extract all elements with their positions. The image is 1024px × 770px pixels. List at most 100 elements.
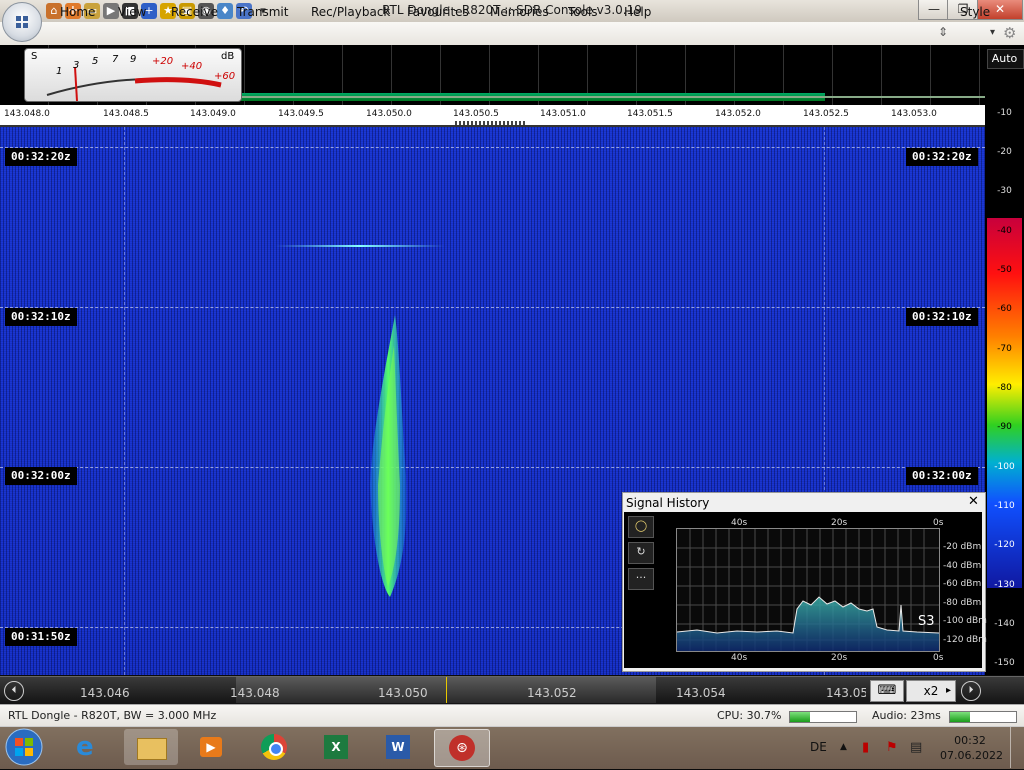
settings-gear-icon[interactable]: ⚙	[1003, 24, 1016, 42]
s-meter-tick: +20	[152, 56, 174, 67]
history-y-label: -20 dBm	[943, 542, 982, 552]
signal-history-title: Signal History	[626, 496, 710, 510]
word-icon[interactable]: W	[372, 729, 426, 765]
db-tick: -30	[997, 186, 1012, 196]
more-options-button[interactable]: ···	[628, 568, 654, 590]
ruler-label: 143.051.0	[540, 109, 586, 119]
timestamp-left: 00:32:20z	[5, 148, 77, 166]
spectrum-trace	[240, 96, 985, 98]
start-button[interactable]	[2, 727, 50, 767]
menu-rec-playback[interactable]: Rec/Playback	[311, 5, 390, 19]
signal-trace	[370, 315, 407, 597]
menu-memories[interactable]: Memories	[490, 5, 549, 19]
history-y-label: -80 dBm	[943, 598, 982, 608]
s-meter-tick: 5	[92, 56, 99, 67]
tune-label: 143.048	[230, 686, 280, 700]
timestamp-right: 00:32:20z	[906, 148, 978, 166]
s-meter-tick: 1	[56, 66, 63, 77]
zoom-value: x2	[923, 684, 939, 698]
ruler-label: 143.052.0	[715, 109, 761, 119]
history-y-label: -60 dBm	[943, 579, 982, 589]
cpu-bar	[789, 711, 857, 723]
tune-left-button[interactable]: ⏴	[4, 681, 24, 701]
clock-date: 07.06.2022	[940, 749, 1003, 762]
tune-label: 143.054	[676, 686, 726, 700]
ruler-drag-handle[interactable]	[455, 121, 525, 125]
signal-history-close-button[interactable]: ✕	[968, 494, 979, 509]
ruler-label: 143.048.0	[4, 109, 50, 119]
record-button[interactable]: ◯	[628, 516, 654, 538]
history-x-label-bottom: 40s	[731, 653, 748, 663]
tune-label: 143.056	[826, 686, 866, 700]
internet-explorer-icon[interactable]: e	[62, 729, 116, 765]
zoom-selector[interactable]: x2 ▸	[906, 680, 956, 702]
time-gridline	[0, 307, 985, 308]
tuning-cursor[interactable]	[446, 677, 447, 703]
db-tick: -50	[997, 265, 1012, 275]
s-meter: S dB 1 3 5 7 9 +20 +40 +60	[24, 48, 242, 102]
menu-view[interactable]: View	[118, 5, 146, 19]
s-meter-tick: 3	[73, 60, 80, 71]
signal-history-graph	[677, 529, 939, 651]
tune-right-button[interactable]: ⏵	[961, 681, 981, 701]
ruler-label: 143.049.5	[278, 109, 324, 119]
ruler-label: 143.053.0	[891, 109, 937, 119]
db-tick: -20	[997, 147, 1012, 157]
reset-button[interactable]: ↻	[628, 542, 654, 564]
menu-tools[interactable]: Tools	[568, 5, 598, 19]
db-tick: -130	[994, 580, 1015, 590]
signal-blip	[275, 245, 445, 247]
menu-bar	[0, 22, 1024, 46]
history-y-label: -100 dBm	[943, 616, 987, 626]
audio-bar	[949, 711, 1017, 723]
db-tick: -110	[994, 501, 1015, 511]
minimize-button[interactable]: —	[918, 0, 950, 20]
show-desktop-button[interactable]	[1010, 727, 1024, 768]
history-x-label-top: 20s	[831, 518, 848, 528]
app-grid-icon	[16, 16, 28, 28]
excel-icon[interactable]: X	[310, 729, 364, 765]
db-tick: -150	[994, 658, 1015, 668]
menu-home[interactable]: Home	[60, 5, 95, 19]
file-explorer-icon[interactable]	[124, 729, 178, 765]
db-tick: -80	[997, 383, 1012, 393]
keyboard-icon[interactable]: ⌨	[870, 680, 904, 702]
s-meter-tick: 9	[130, 54, 137, 65]
drop-icon[interactable]: ♦	[217, 3, 233, 19]
frequency-gridline	[124, 127, 125, 675]
media-player-icon[interactable]: ▶	[184, 729, 238, 765]
tray-volume-icon[interactable]: ▤	[910, 740, 922, 755]
db-tick: -10	[997, 108, 1012, 118]
sdr-console-icon[interactable]: ⊛	[434, 729, 490, 767]
input-language[interactable]: DE	[810, 740, 827, 754]
tray-device-icon[interactable]: ▮	[862, 740, 869, 755]
chrome-icon[interactable]	[248, 729, 302, 765]
db-tick: -60	[997, 304, 1012, 314]
windows-logo-icon	[5, 728, 43, 766]
s-meter-db-label: dB	[221, 51, 235, 62]
time-gridline	[0, 147, 985, 148]
menu-transmit[interactable]: Transmit	[237, 5, 288, 19]
time-gridline	[0, 467, 985, 468]
auto-label: Auto	[991, 52, 1018, 65]
menu-favourites[interactable]: Favourites	[407, 5, 469, 19]
timestamp-left: 00:32:00z	[5, 467, 77, 485]
history-x-label-bottom: 20s	[831, 653, 848, 663]
play-icon[interactable]: ▶	[103, 3, 119, 19]
menu-help[interactable]: Help	[624, 5, 651, 19]
history-x-label-bottom: 0s	[933, 653, 944, 663]
style-dropdown-icon[interactable]: ▾	[990, 27, 995, 38]
menu-receive[interactable]: Receive	[171, 5, 218, 19]
db-tick: -90	[997, 422, 1012, 432]
history-y-label: -40 dBm	[943, 561, 982, 571]
history-x-label-top: 0s	[933, 518, 944, 528]
db-tick: -70	[997, 344, 1012, 354]
tray-network-icon[interactable]: ⚑	[886, 740, 898, 755]
tray-expand-icon[interactable]: ▲	[840, 742, 847, 752]
app-menu-button[interactable]	[2, 2, 42, 42]
tray-clock[interactable]: 00:32 07.06.2022	[940, 733, 1003, 763]
style-menu[interactable]: Style	[960, 5, 990, 19]
db-tick: -100	[994, 462, 1015, 472]
cpu-usage: CPU: 30.7%	[717, 709, 782, 722]
ruler-label: 143.049.0	[190, 109, 236, 119]
